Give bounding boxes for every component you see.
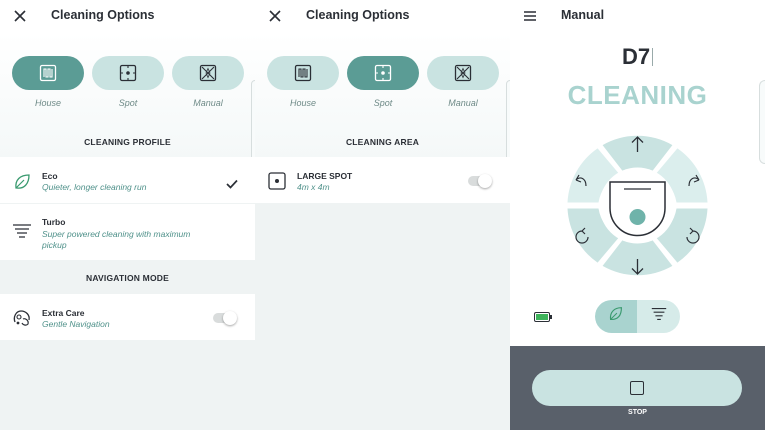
mode-manual-button[interactable]: Manual	[427, 56, 499, 108]
profile-title: Eco	[42, 171, 58, 181]
robot-status: CLEANING	[567, 80, 708, 110]
mode-label: House	[34, 98, 61, 108]
area-subtitle: 4m x 4m	[297, 182, 330, 192]
screen-title: Manual	[561, 8, 605, 22]
section-heading: CLEANING PROFILE	[84, 137, 171, 147]
profile-subtitle: Super powered cleaning with maximum pick…	[42, 229, 191, 250]
profile-subtitle: Quieter, longer cleaning run	[42, 182, 147, 192]
turbo-lines-icon	[650, 305, 668, 328]
mode-manual-button[interactable]: Manual	[172, 56, 244, 108]
robot-icon	[599, 167, 676, 244]
mode-label: House	[289, 98, 316, 108]
power-mode-toggle	[595, 300, 680, 333]
mode-house-button[interactable]: House	[12, 56, 84, 108]
navigation-subtitle: Gentle Navigation	[42, 319, 110, 329]
house-zigzag-icon	[39, 64, 57, 82]
cleaning-options-profile-screen: Cleaning Options House Spot Manual CLEAN…	[0, 0, 255, 430]
stop-label: STOP	[628, 409, 647, 416]
mode-spot-button[interactable]: Spot	[92, 56, 164, 108]
profile-turbo-row[interactable]: Turbo Super powered cleaning with maximu…	[0, 204, 255, 260]
large-spot-toggle[interactable]	[468, 174, 492, 188]
mode-label: Manual	[193, 98, 223, 108]
turbo-lines-icon	[11, 220, 33, 242]
section-heading: NAVIGATION MODE	[86, 273, 169, 283]
manual-cross-icon	[199, 64, 217, 82]
section-heading: CLEANING AREA	[345, 137, 420, 147]
profile-eco-row[interactable]: Eco Quieter, longer cleaning run	[0, 157, 255, 203]
footer-bar: STOP	[510, 346, 765, 430]
close-icon[interactable]	[10, 6, 30, 26]
top-bar: Manual	[510, 0, 765, 32]
navigation-title: Extra Care	[42, 308, 85, 318]
next-card-edge	[759, 80, 765, 164]
spot-icon	[119, 64, 137, 82]
mode-selector: House Spot Manual	[0, 56, 255, 116]
eco-power-button[interactable]	[595, 300, 637, 333]
menu-icon[interactable]	[520, 6, 540, 26]
spot-icon	[266, 170, 288, 192]
checkmark-icon	[225, 177, 239, 191]
mode-label: Spot	[118, 98, 138, 108]
mode-selector: House Spot Manual	[255, 56, 510, 116]
navigation-extra-care-row: Extra Care Gentle Navigation	[0, 294, 255, 340]
turbo-power-button[interactable]	[638, 300, 680, 333]
manual-control-screen: Manual D7 CLEANING STOP	[510, 0, 765, 430]
close-icon[interactable]	[265, 6, 285, 26]
leaf-icon	[607, 305, 625, 328]
spot-icon	[374, 64, 392, 82]
profile-title: Turbo	[42, 217, 66, 227]
mode-spot-button[interactable]: Spot	[347, 56, 419, 108]
leaf-icon	[11, 171, 33, 193]
top-bar: Cleaning Options	[255, 0, 510, 32]
stop-icon	[630, 381, 644, 395]
direction-pad	[567, 135, 708, 276]
area-large-spot-row: LARGE SPOT 4m x 4m	[255, 157, 510, 203]
screen-title: Cleaning Options	[306, 8, 410, 22]
screen-title: Cleaning Options	[51, 8, 155, 22]
mode-label: Manual	[448, 98, 478, 108]
top-bar: Cleaning Options	[0, 0, 255, 32]
mode-label: Spot	[373, 98, 393, 108]
cleaning-options-area-screen: Cleaning Options House Spot Manual CLEAN…	[255, 0, 510, 430]
battery-icon	[534, 312, 552, 322]
stop-button[interactable]	[532, 370, 742, 406]
area-title: LARGE SPOT	[297, 171, 353, 181]
manual-cross-icon	[454, 64, 472, 82]
extra-care-toggle[interactable]	[213, 311, 237, 325]
robot-paw-icon	[11, 307, 33, 329]
house-zigzag-icon	[294, 64, 312, 82]
mode-house-button[interactable]: House	[267, 56, 339, 108]
robot-name: D7	[510, 44, 765, 70]
